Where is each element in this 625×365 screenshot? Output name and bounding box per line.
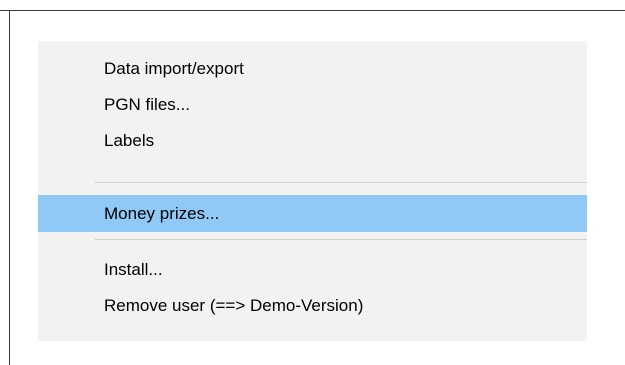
frame-top-border — [0, 10, 625, 11]
frame-left-border — [9, 10, 10, 365]
context-menu: Data import/export PGN files... Labels M… — [38, 41, 587, 341]
menu-item-install[interactable]: Install... — [38, 251, 587, 288]
menu-item-data-import-export[interactable]: Data import/export — [38, 50, 587, 87]
menu-item-pgn-files[interactable]: PGN files... — [38, 86, 587, 123]
menu-separator — [95, 182, 587, 183]
menu-separator — [95, 239, 587, 240]
menu-item-money-prizes[interactable]: Money prizes... — [38, 195, 587, 232]
menu-item-remove-user[interactable]: Remove user (==> Demo-Version) — [38, 287, 587, 324]
window-frame: Data import/export PGN files... Labels M… — [0, 0, 625, 365]
menu-item-labels[interactable]: Labels — [38, 122, 587, 159]
